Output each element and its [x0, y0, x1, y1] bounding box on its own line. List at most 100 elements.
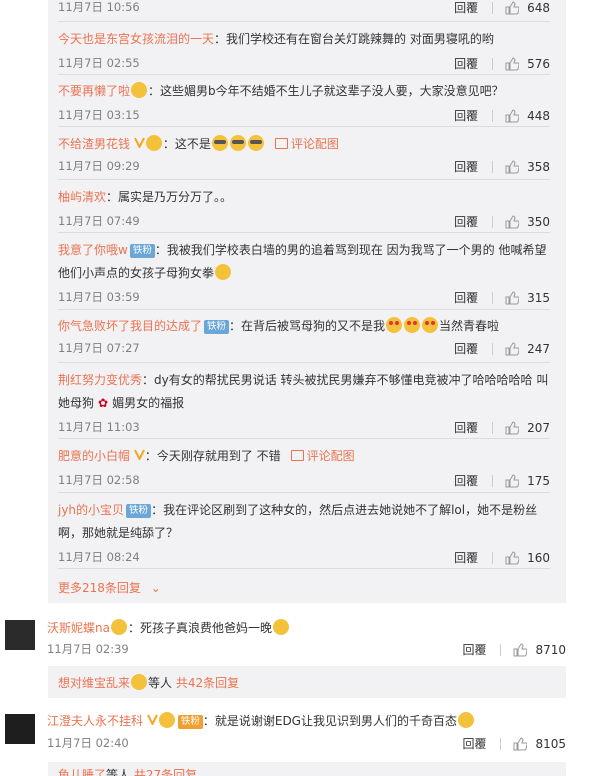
divider — [492, 160, 494, 173]
like-count: 247 — [527, 341, 550, 356]
username[interactable]: 沃斯妮蝶na — [47, 621, 110, 635]
emoji-icon — [422, 317, 439, 333]
reply-button[interactable]: 回覆 — [462, 641, 486, 658]
divider — [492, 109, 494, 122]
divider — [492, 551, 494, 564]
username[interactable]: 柚屿清欢 — [58, 190, 106, 204]
username[interactable]: jyh的小宝贝 — [58, 503, 124, 517]
username[interactable]: 你气急败坏了我目的达成了 — [58, 319, 202, 333]
thumbs-up-icon[interactable] — [505, 108, 520, 123]
comment-time: 11月7日 03:15 — [58, 108, 140, 122]
username[interactable]: 想对维宝乱来 — [58, 676, 130, 690]
sub-reply-summary-1[interactable]: 想对维宝乱来 等人 共42条回复 — [48, 666, 566, 698]
thumbs-up-icon[interactable] — [505, 56, 520, 71]
comment-actions: 回覆 247 — [454, 340, 550, 357]
divider — [492, 57, 494, 70]
thumbs-up-icon[interactable] — [505, 550, 520, 565]
reply-summary-text: 等人 — [148, 676, 173, 690]
comment-time: 11月7日 03:59 — [58, 290, 140, 304]
thumbs-up-icon[interactable] — [505, 341, 520, 356]
comment-time: 11月7日 02:40 — [47, 736, 129, 750]
reply-count-link[interactable]: 共42条回复 — [176, 676, 239, 690]
like-count: 448 — [527, 108, 550, 123]
like-count: 8710 — [535, 642, 566, 657]
comment-image-link[interactable]: 评论配图 — [307, 449, 355, 463]
username[interactable]: 今天也是东宫女孩流泪的一天 — [58, 32, 214, 46]
comment-text: ：dy有女的帮扰民男说话 转头被扰民男嫌弃不够懂电竞被冲了哈哈哈哈哈 叫 — [142, 373, 549, 387]
reply-button[interactable]: 回覆 — [462, 735, 486, 752]
divider — [58, 179, 550, 180]
image-icon — [290, 450, 304, 461]
comment-text: ：这不是 — [162, 137, 211, 151]
reply-button[interactable]: 回覆 — [454, 158, 478, 175]
sub-reply-summary-2[interactable]: 鱼儿睡了等人 共27条回复 — [48, 762, 566, 776]
divider — [58, 568, 550, 569]
sub-comment-2: 不要再懒了啦 ：这些媚男b今年不结婚不生儿子就这辈子没人要，大家没意见吧？ 11月… — [58, 82, 550, 124]
comment-image-link[interactable]: 评论配图 — [291, 137, 339, 151]
sub-comment-1: 今天也是东宫女孩流泪的一天：我们学校还有在窗台关灯跳辣舞的 对面男寝吼的哟 11… — [58, 30, 550, 72]
reply-button[interactable]: 回覆 — [454, 55, 478, 72]
emoji-icon — [145, 135, 162, 151]
sub-comment-9: jyh的小宝贝 铁粉 ：我在评论区刷到了这种女的，然后点进去她说她不了解lol，她不… — [58, 501, 550, 566]
like-count: 358 — [527, 159, 550, 174]
username[interactable]: 不要再懒了啦 — [58, 84, 130, 98]
chevron-down-icon: ⌄ — [150, 581, 161, 595]
username[interactable]: 肥意的小白帽 — [58, 449, 130, 463]
comment-actions: 回覆 576 — [454, 55, 550, 72]
reply-button[interactable]: 回覆 — [454, 289, 478, 306]
divider — [58, 492, 550, 493]
username[interactable]: 荆红努力变优秀 — [58, 373, 142, 387]
thumbs-up-icon[interactable] — [505, 0, 520, 15]
comment-time: 11月7日 02:55 — [58, 56, 140, 70]
reply-button[interactable]: 回覆 — [454, 340, 478, 357]
thumbs-up-icon[interactable] — [505, 159, 520, 174]
username[interactable]: 鱼儿睡了 — [58, 768, 106, 776]
emoji-icon — [215, 264, 232, 280]
username[interactable]: 我意了你哦w — [58, 243, 128, 257]
thumbs-up-icon[interactable] — [505, 214, 520, 229]
comment-time: 11月7日 10:56 — [58, 0, 140, 14]
reply-button[interactable]: 回覆 — [454, 419, 478, 436]
thumbs-up-icon[interactable] — [505, 420, 520, 435]
divider — [58, 309, 550, 310]
comment-text: ：今天刚存就用到了 不错 — [144, 449, 281, 463]
thumbs-up-icon[interactable] — [513, 642, 528, 657]
comment-time: 11月7日 11:03 — [58, 420, 140, 434]
avatar[interactable] — [5, 620, 35, 650]
thumbs-up-icon[interactable] — [505, 473, 520, 488]
reply-button[interactable]: 回覆 — [454, 549, 478, 566]
like-count: 207 — [527, 420, 550, 435]
thumbs-up-icon[interactable] — [505, 290, 520, 305]
emoji-icon — [110, 619, 127, 635]
divider — [58, 362, 550, 363]
comment-time: 11月7日 09:29 — [58, 159, 140, 173]
reply-button[interactable]: 回覆 — [454, 107, 478, 124]
sub-comments-panel: 11月7日 10:56 回覆 648 今天也是东宫女孩流泪的一天：我们学校还有在… — [48, 0, 566, 603]
reply-button[interactable]: 回覆 — [454, 213, 478, 230]
comment-time: 11月7日 08:24 — [58, 550, 140, 564]
thumbs-up-icon[interactable] — [513, 736, 528, 751]
avatar[interactable] — [5, 714, 35, 744]
comment-actions: 回覆 315 — [454, 289, 550, 306]
emoji-icon — [211, 135, 228, 151]
divider — [500, 737, 502, 750]
emoji-icon — [131, 674, 148, 690]
comment-actions: 回覆 358 — [454, 158, 550, 175]
emoji-icon — [457, 712, 474, 728]
reply-button[interactable]: 回覆 — [454, 0, 478, 16]
reply-button[interactable]: 回覆 — [454, 472, 478, 489]
divider — [58, 21, 550, 22]
emoji-icon — [247, 135, 264, 151]
username[interactable]: 不给渣男花钱 — [58, 137, 130, 151]
sub-comment-7: 荆红努力变优秀：dy有女的帮扰民男说话 转头被扰民男嫌弃不够懂电竞被冲了哈哈哈哈… — [58, 371, 550, 436]
comment-time: 11月7日 07:49 — [58, 214, 140, 228]
comment-actions: 回覆 175 — [454, 472, 550, 489]
comment-text: ：这些媚男b今年不结婚不生儿子就这辈子没人要，大家没意见吧？ — [148, 84, 504, 98]
reply-count-link[interactable]: 共27条回复 — [134, 768, 197, 776]
comment-actions: 回覆 8710 — [462, 641, 566, 658]
comment-main-1: 沃斯妮蝶na ：死孩子真浪费他爸妈一晚 — [47, 619, 290, 636]
comment-actions: 回覆 160 — [454, 549, 550, 566]
comment-text: ：在背后被骂母狗的又不是我 — [229, 319, 386, 333]
more-replies-link[interactable]: 更多218条回复 ⌄ — [58, 579, 161, 596]
username[interactable]: 江澄夫人永不挂科 — [47, 714, 143, 728]
